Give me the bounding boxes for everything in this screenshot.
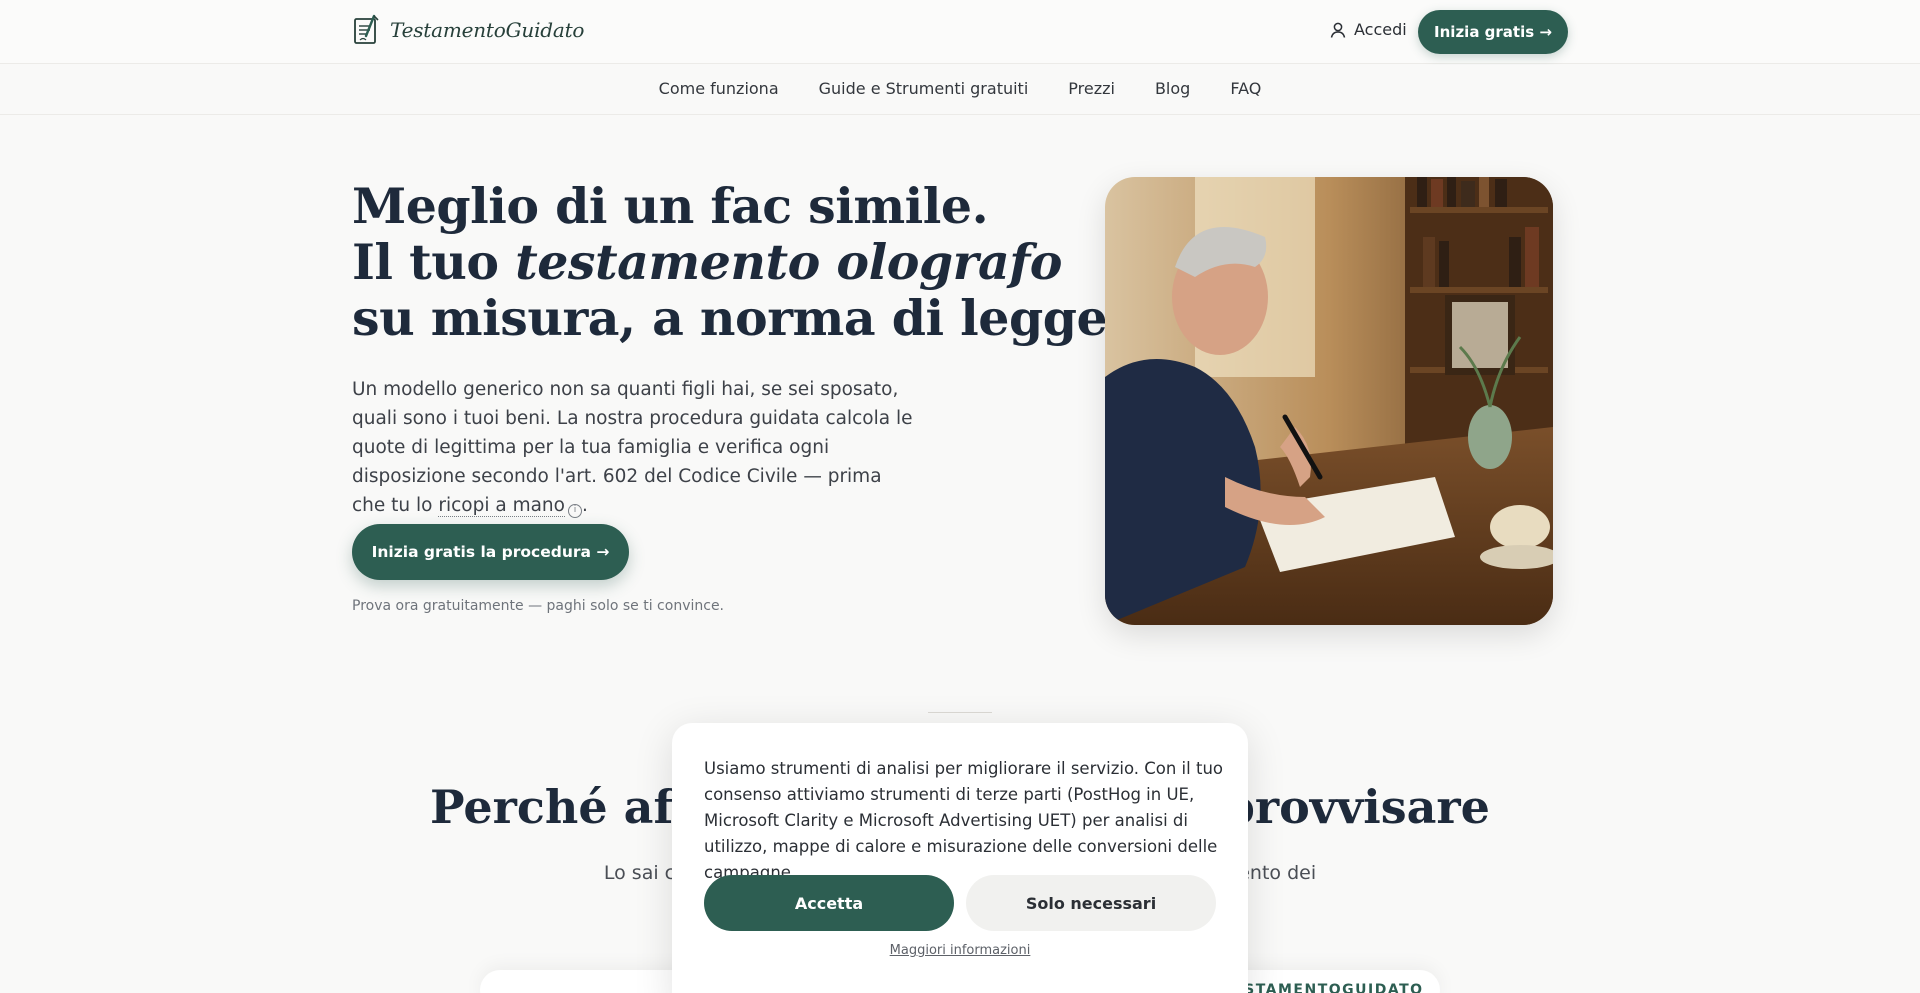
start-free-button[interactable]: Inizia gratis →	[1418, 10, 1568, 54]
hero-title-line3: su misura, a norma di legge.	[352, 289, 1124, 347]
main-nav: Come funziona Guide e Strumenti gratuiti…	[0, 65, 1920, 115]
cookie-consent-dialog: Usiamo strumenti di analisi per migliora…	[672, 723, 1248, 993]
document-pen-icon	[354, 14, 379, 44]
hero-image-man-writing	[1105, 177, 1553, 625]
start-procedure-button[interactable]: Inizia gratis la procedura →	[352, 524, 629, 580]
hero-title-line2-prefix: Il tuo	[352, 233, 516, 291]
brand-name: TestamentoGuidato	[390, 18, 585, 42]
hero-title-emphasis: testamento olografo	[515, 233, 1062, 291]
top-header: TestamentoGuidato Accedi Inizia gratis →	[0, 0, 1920, 64]
hero-note: Prova ora gratuitamente — paghi solo se …	[352, 598, 725, 614]
cookie-consent-text: Usiamo strumenti di analisi per migliora…	[704, 759, 1223, 882]
card-brand-tag: TESTAMENTOGUIDATO	[1222, 982, 1424, 993]
brand-logo[interactable]: TestamentoGuidato	[352, 14, 584, 46]
login-label: Accedi	[1354, 20, 1407, 39]
necessary-only-button[interactable]: Solo necessari	[966, 875, 1216, 931]
nav-item-come-funziona[interactable]: Come funziona	[659, 79, 779, 98]
user-icon	[1330, 22, 1346, 38]
hero-body-text: Un modello generico non sa quanti figli …	[352, 379, 913, 516]
info-icon[interactable]: i	[567, 504, 582, 518]
login-link[interactable]: Accedi	[1329, 20, 1407, 39]
section-divider	[928, 712, 992, 713]
nav-item-guide-strumenti[interactable]: Guide e Strumenti gratuiti	[819, 79, 1029, 98]
more-info-link[interactable]: Maggiori informazioni	[672, 943, 1248, 958]
nav-item-prezzi[interactable]: Prezzi	[1068, 79, 1115, 98]
hero-body-end: .	[581, 495, 588, 516]
nav-item-blog[interactable]: Blog	[1155, 79, 1190, 98]
hero-title: Meglio di un fac simile. Il tuo testamen…	[352, 178, 1124, 346]
hero-title-line1: Meglio di un fac simile.	[352, 177, 989, 235]
nav-item-faq[interactable]: FAQ	[1230, 79, 1261, 98]
hero-description: Un modello generico non sa quanti figli …	[352, 375, 917, 520]
hero-body-link[interactable]: ricopi a mano	[438, 495, 565, 517]
accept-cookies-button[interactable]: Accetta	[704, 875, 954, 931]
